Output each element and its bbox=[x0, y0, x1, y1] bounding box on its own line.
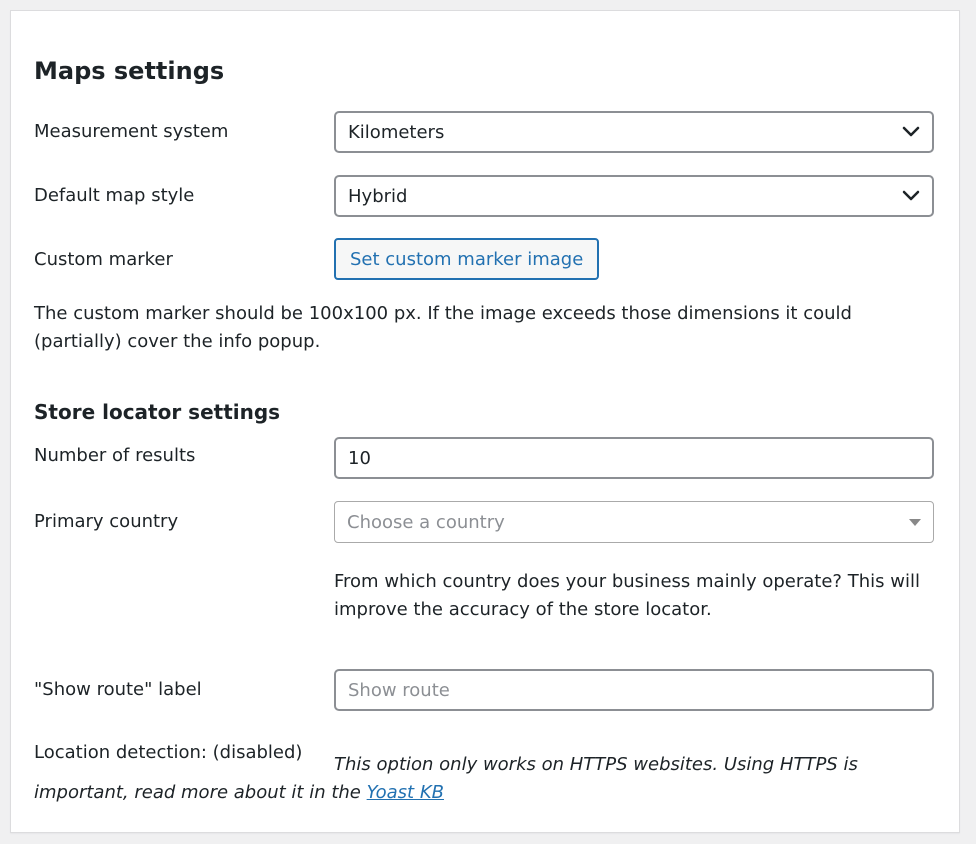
show-route-input[interactable]: Show route bbox=[334, 669, 934, 711]
yoast-kb-link[interactable]: Yoast KB bbox=[367, 782, 444, 803]
default-map-style-value: Hybrid bbox=[348, 185, 408, 207]
measurement-system-select[interactable]: Kilometers bbox=[334, 111, 934, 153]
default-map-style-select[interactable]: Hybrid bbox=[334, 175, 934, 217]
default-map-style-label: Default map style bbox=[34, 185, 195, 206]
primary-country-placeholder: Choose a country bbox=[347, 511, 505, 533]
number-of-results-value: 10 bbox=[348, 447, 371, 469]
set-custom-marker-button[interactable]: Set custom marker image bbox=[334, 238, 600, 280]
show-route-label: "Show route" label bbox=[34, 679, 202, 700]
measurement-system-value: Kilometers bbox=[348, 121, 445, 143]
primary-country-select[interactable]: Choose a country bbox=[334, 501, 934, 543]
store-locator-settings-title: Store locator settings bbox=[34, 400, 281, 424]
custom-marker-description: The custom marker should be 100x100 px. … bbox=[34, 303, 852, 352]
maps-settings-title: Maps settings bbox=[34, 57, 225, 85]
chevron-down-icon bbox=[902, 190, 920, 201]
location-detection-label: Location detection: (disabled) bbox=[34, 742, 303, 763]
show-route-placeholder: Show route bbox=[348, 679, 450, 701]
custom-marker-label: Custom marker bbox=[34, 249, 173, 270]
caret-down-icon bbox=[909, 519, 921, 526]
chevron-down-icon bbox=[902, 126, 920, 137]
location-detection-row: Location detection: (disabled) This opti… bbox=[34, 739, 924, 807]
measurement-system-label: Measurement system bbox=[34, 121, 229, 142]
number-of-results-label: Number of results bbox=[34, 445, 196, 466]
primary-country-description: From which country does your business ma… bbox=[334, 571, 920, 620]
settings-panel: Maps settings Measurement system Kilomet… bbox=[10, 10, 960, 833]
number-of-results-input[interactable]: 10 bbox=[334, 437, 934, 479]
primary-country-label: Primary country bbox=[34, 511, 179, 532]
